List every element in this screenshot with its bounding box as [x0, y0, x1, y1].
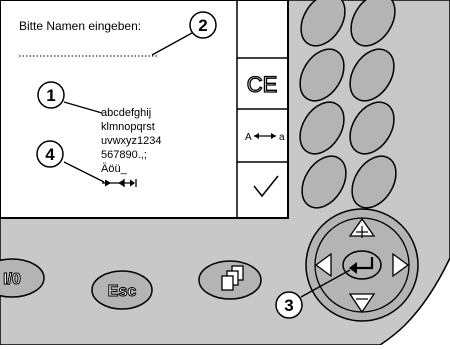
softkey-clear-entry[interactable]: CE	[238, 59, 287, 108]
softkey-blank[interactable]	[238, 1, 287, 57]
callout-3: 3	[275, 291, 303, 319]
char-row-2[interactable]: klmnopqrst	[101, 121, 155, 133]
svg-text:2: 2	[198, 16, 207, 35]
case-lower-label: a	[279, 132, 285, 143]
char-row-5[interactable]: Äöü_	[101, 163, 128, 175]
char-row-4[interactable]: 567890.,;	[101, 149, 147, 161]
char-row-3[interactable]: uvwxyz1234	[101, 135, 162, 147]
name-prompt: Bitte Namen eingeben:	[19, 19, 141, 33]
char-row-1[interactable]: abcdefghij	[101, 107, 151, 119]
case-upper-label: A	[245, 132, 252, 143]
svg-text:4: 4	[45, 145, 55, 164]
esc-button[interactable]: Esc	[91, 270, 153, 310]
enter-button[interactable]	[342, 250, 382, 280]
clear-entry-icon: CE	[247, 72, 278, 97]
power-label: I/0	[3, 271, 21, 288]
callout-2: 2	[189, 11, 217, 39]
navigation-pad	[305, 208, 419, 322]
terminal-diagram: CE A a Bitte Namen eingeben: abcdefghij …	[0, 0, 450, 349]
menu-button[interactable]	[198, 260, 262, 300]
callout-4: 4	[36, 140, 64, 168]
svg-text:3: 3	[284, 296, 293, 315]
svg-text:1: 1	[46, 86, 55, 105]
callout-1: 1	[37, 81, 65, 109]
softkey-case-toggle[interactable]: A a	[238, 110, 287, 161]
softkey-confirm[interactable]	[238, 163, 287, 217]
esc-label: Esc	[108, 283, 137, 300]
